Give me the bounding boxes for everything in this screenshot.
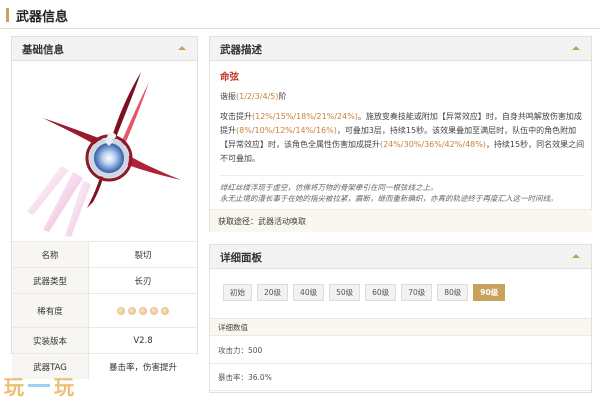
tab-level-80[interactable]: 80级 (437, 284, 469, 301)
acquisition-row: 获取途径： 武器活动唤取 (210, 209, 592, 232)
basic-info-panel: 基础信息 名称 裂切 武器类型 长刃 稀有度 实装版本 V2.8 武器TAG 暴… (11, 36, 198, 379)
svg-text:玩: 玩 (54, 375, 74, 399)
info-key: 武器类型 (12, 268, 89, 293)
refine-values: (1/2/3/4/5) (236, 92, 279, 101)
description-title: 武器描述 (220, 44, 262, 56)
info-key: 名称 (12, 242, 89, 267)
tab-level-70[interactable]: 70级 (401, 284, 433, 301)
weapon-description-panel: 武器描述 命弦 谐振(1/2/3/4/5)阶 攻击提升(12%/15%/18%/… (209, 36, 592, 232)
rarity-star-icon (161, 306, 169, 315)
effect-value: (8%/10%/12%/14%/16%) (236, 126, 337, 135)
level-tabs: 初始 20级 40级 50级 60级 70级 80级 90级 (223, 284, 506, 301)
basic-info-title: 基础信息 (22, 44, 64, 56)
basic-info-header[interactable]: 基础信息 (12, 37, 197, 61)
info-key: 稀有度 (12, 294, 89, 327)
page-header: 武器信息 (0, 0, 600, 30)
stat-table-header: 详细数值 (210, 318, 591, 336)
description-header[interactable]: 武器描述 (210, 37, 591, 61)
info-value: 暴击率，伤害提升 (108, 362, 177, 373)
info-row-name: 名称 裂切 (12, 241, 197, 267)
lore-text: 绯红丝缕浮现于虚空，仿佛将万物的骨架牵引在同一根弦线之上。 永无止境的漫长事于在… (220, 182, 585, 204)
tab-level-90[interactable]: 90级 (473, 284, 506, 301)
chevron-up-icon[interactable] (571, 43, 581, 53)
acquisition-label: 获取途径： (218, 216, 258, 226)
tab-level-initial[interactable]: 初始 (223, 284, 252, 301)
rarity-star-icon (139, 306, 147, 315)
tab-level-40[interactable]: 40级 (293, 284, 325, 301)
tab-level-50[interactable]: 50级 (329, 284, 361, 301)
description-divider (220, 175, 585, 176)
info-key: 实装版本 (12, 328, 89, 353)
detail-stats-panel: 详细面板 初始 20级 40级 50级 60级 70级 80级 90级 详细数值… (209, 244, 592, 393)
info-row-type: 武器类型 长刃 (12, 267, 197, 293)
lore-line: 绯红丝缕浮现于虚空，仿佛将万物的骨架牵引在同一根弦线之上。 (220, 183, 438, 192)
effect-text: 攻击提升 (220, 112, 252, 121)
weapon-image (13, 62, 197, 240)
effect-value: (12%/15%/18%/21%/24%) (252, 112, 358, 121)
info-value: V2.8 (133, 335, 153, 346)
skill-name: 命弦 (220, 72, 240, 83)
lore-line: 永无止境的漫长事于在她的指尖被拉紧，震断，继而重新确织，亦真的轨迹终于再度汇入这… (220, 194, 558, 203)
tab-level-20[interactable]: 20级 (257, 284, 289, 301)
detail-title: 详细面板 (220, 252, 262, 264)
rarity-star-icon (150, 306, 158, 315)
refine-label: 谐振 (220, 92, 236, 101)
title-accent-bar (6, 8, 9, 22)
stat-row-crit: 暴击率：36.0% (210, 365, 591, 391)
basic-info-table: 名称 裂切 武器类型 长刃 稀有度 实装版本 V2.8 武器TAG 暴击率，伤害… (12, 241, 197, 379)
info-value: 裂切 (134, 250, 152, 261)
stat-row-attack: 攻击力：500 (210, 338, 591, 364)
rarity-stars (117, 306, 169, 315)
info-value: 长刃 (134, 276, 152, 287)
header-divider (0, 28, 600, 29)
skill-effect-text: 攻击提升(12%/15%/18%/21%/24%)。施放变奏技能或附加【异常效应… (220, 110, 585, 166)
refine-levels: 谐振(1/2/3/4/5)阶 (220, 91, 585, 102)
refine-suffix: 阶 (278, 92, 287, 101)
acquisition-value: 武器活动唤取 (258, 216, 306, 226)
effect-value: (24%/30%/36%/42%/48%) (380, 140, 486, 149)
chevron-up-icon[interactable] (177, 43, 187, 53)
rarity-star-icon (128, 306, 136, 315)
info-value (89, 294, 197, 327)
chevron-up-icon[interactable] (571, 251, 581, 261)
description-body: 命弦 谐振(1/2/3/4/5)阶 攻击提升(12%/15%/18%/21%/2… (220, 67, 585, 204)
detail-header[interactable]: 详细面板 (210, 245, 591, 269)
tab-level-60[interactable]: 60级 (365, 284, 397, 301)
info-row-version: 实装版本 V2.8 (12, 327, 197, 353)
svg-text:玩: 玩 (4, 375, 24, 399)
watermark-logo: 玩 玩 (4, 375, 74, 399)
info-row-rarity: 稀有度 (12, 293, 197, 327)
page-title: 武器信息 (16, 10, 69, 25)
rarity-star-icon (117, 306, 125, 315)
